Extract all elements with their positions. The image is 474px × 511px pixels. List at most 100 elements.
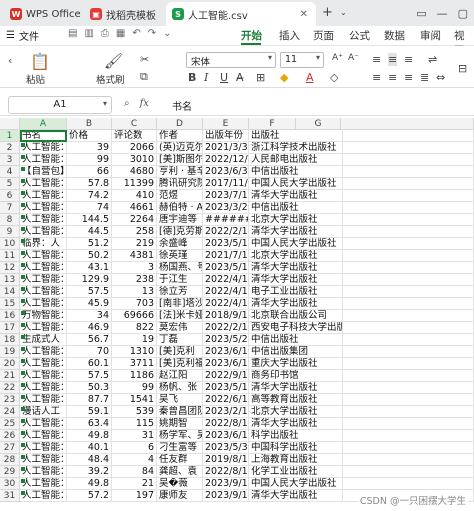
- collapse-ribbon-chevron-icon[interactable]: ‹: [8, 54, 12, 67]
- table-cell[interactable]: 清华大学出版社: [249, 274, 343, 286]
- row-header[interactable]: 7: [0, 202, 20, 214]
- table-cell[interactable]: 吴�薇: [157, 478, 203, 490]
- table-cell[interactable]: 杨帆、张: [157, 382, 203, 394]
- table-cell[interactable]: 人工智能：: [20, 322, 67, 334]
- new-tab-plus-icon[interactable]: +: [322, 5, 333, 20]
- tab-review[interactable]: 审阅: [420, 28, 441, 43]
- table-cell[interactable]: 31: [112, 430, 157, 442]
- row-header[interactable]: 25: [0, 418, 20, 430]
- table-cell[interactable]: [341, 130, 474, 142]
- table-cell[interactable]: 2023/5/1: [203, 238, 249, 250]
- column-header-g[interactable]: G: [296, 118, 341, 130]
- table-cell[interactable]: 99: [67, 154, 112, 166]
- row-header[interactable]: 27: [0, 442, 20, 454]
- table-cell[interactable]: 中信出版社: [249, 166, 343, 178]
- table-cell[interactable]: [341, 202, 474, 214]
- table-cell[interactable]: 清华大学出版社: [249, 262, 343, 274]
- table-cell[interactable]: 43.1: [67, 262, 112, 274]
- table-cell[interactable]: 2022/2/1: [203, 322, 249, 334]
- row-header[interactable]: 2: [0, 142, 20, 154]
- tab-docer-template[interactable]: ▣ 找稻壳模板: [84, 2, 162, 26]
- format-painter-button[interactable]: 格式刷: [96, 72, 125, 86]
- table-cell[interactable]: 144.5: [67, 214, 112, 226]
- table-cell[interactable]: 北京大学出版社: [249, 214, 343, 226]
- table-cell[interactable]: 45.9: [67, 298, 112, 310]
- table-cell[interactable]: [341, 430, 474, 442]
- table-cell[interactable]: 赵江阳: [157, 370, 203, 382]
- select-all-corner[interactable]: [0, 118, 20, 130]
- table-cell[interactable]: [美]克利: [157, 346, 203, 358]
- table-cell[interactable]: 57.2: [67, 490, 112, 502]
- table-cell[interactable]: 4381: [112, 250, 157, 262]
- row-header[interactable]: 10: [0, 238, 20, 250]
- table-cell[interactable]: 中信出版集团: [249, 346, 343, 358]
- table-cell[interactable]: 39: [67, 142, 112, 154]
- table-cell[interactable]: 人工智能：: [20, 250, 67, 262]
- table-cell[interactable]: 人工智能：: [20, 454, 67, 466]
- table-cell[interactable]: 1541: [112, 394, 157, 406]
- table-cell[interactable]: 40.1: [67, 442, 112, 454]
- row-header[interactable]: 19: [0, 346, 20, 358]
- table-cell[interactable]: 2023/5/1: [203, 262, 249, 274]
- minimize-icon[interactable]: —: [437, 7, 448, 20]
- table-cell[interactable]: 任友群: [157, 454, 203, 466]
- table-cell[interactable]: 余盛峰: [157, 238, 203, 250]
- table-cell[interactable]: 化学工业出版社: [249, 466, 343, 478]
- strikethrough-icon[interactable]: A̶: [236, 71, 244, 84]
- table-cell[interactable]: 中国科学出版社: [249, 442, 343, 454]
- table-cell[interactable]: 腾讯研究院: [157, 178, 203, 190]
- table-cell[interactable]: [341, 214, 474, 226]
- table-cell[interactable]: 21: [112, 478, 157, 490]
- table-cell[interactable]: 人工智能：: [20, 214, 67, 226]
- table-cell[interactable]: 34: [67, 310, 112, 322]
- table-cell[interactable]: 清华大学出版社: [249, 490, 343, 502]
- tab-page[interactable]: 页面: [313, 28, 334, 43]
- table-cell[interactable]: 1186: [112, 370, 157, 382]
- cut-icon[interactable]: ✂: [140, 53, 149, 66]
- table-cell[interactable]: 清华大学出版社: [249, 226, 343, 238]
- table-cell[interactable]: 万物智能：: [20, 310, 67, 322]
- row-header[interactable]: 28: [0, 454, 20, 466]
- table-cell[interactable]: 中国人民大学出版社: [249, 238, 343, 250]
- row-header[interactable]: 31: [0, 490, 20, 502]
- table-cell[interactable]: 2021/3/31: [203, 142, 249, 154]
- header-cell[interactable]: 出版社: [249, 130, 343, 142]
- table-cell[interactable]: [341, 226, 474, 238]
- justify-icon[interactable]: ≣: [420, 71, 429, 84]
- header-cell[interactable]: 价格: [67, 130, 112, 142]
- table-cell[interactable]: [341, 478, 474, 490]
- table-cell[interactable]: 范煜: [157, 190, 203, 202]
- row-header[interactable]: 8: [0, 214, 20, 226]
- row-header[interactable]: 26: [0, 430, 20, 442]
- table-cell[interactable]: 【自营包】: [20, 166, 67, 178]
- table-cell[interactable]: [341, 418, 474, 430]
- table-cell[interactable]: 徐英瑾: [157, 250, 203, 262]
- align-right-icon[interactable]: ≡: [404, 71, 413, 84]
- table-cell[interactable]: 清华大学出版社: [249, 418, 343, 430]
- tablet-mode-icon[interactable]: ▭: [416, 7, 426, 20]
- table-cell[interactable]: 3: [112, 262, 157, 274]
- table-cell[interactable]: 2022/9/1: [203, 370, 249, 382]
- row-header[interactable]: 17: [0, 322, 20, 334]
- table-cell[interactable]: 2023/6/30: [203, 166, 249, 178]
- font-color-icon[interactable]: A: [306, 71, 314, 84]
- decrease-font-icon[interactable]: A⁻: [348, 53, 359, 63]
- table-cell[interactable]: 赫伯特 · A.: [157, 202, 203, 214]
- table-cell[interactable]: 刁生富等: [157, 442, 203, 454]
- align-middle-icon[interactable]: ≡: [388, 53, 398, 66]
- table-cell[interactable]: 浙江科学技术出版社: [249, 142, 343, 154]
- table-cell[interactable]: [341, 334, 474, 346]
- table-cell[interactable]: [341, 346, 474, 358]
- table-cell[interactable]: 人工智能：: [20, 142, 67, 154]
- row-header[interactable]: 5: [0, 178, 20, 190]
- table-cell[interactable]: 2023/9/15: [203, 478, 249, 490]
- align-bottom-icon[interactable]: ≡: [404, 53, 413, 66]
- clear-format-icon[interactable]: ◇: [330, 71, 338, 84]
- table-cell[interactable]: 人工智能：: [20, 154, 67, 166]
- table-cell[interactable]: [341, 142, 474, 154]
- table-cell[interactable]: 人工智能：: [20, 430, 67, 442]
- table-cell[interactable]: 2023/3/23: [203, 202, 249, 214]
- table-cell[interactable]: 2022/4/1: [203, 286, 249, 298]
- file-menu-button[interactable]: ☰ 文件: [6, 28, 39, 43]
- table-cell[interactable]: 238: [112, 274, 157, 286]
